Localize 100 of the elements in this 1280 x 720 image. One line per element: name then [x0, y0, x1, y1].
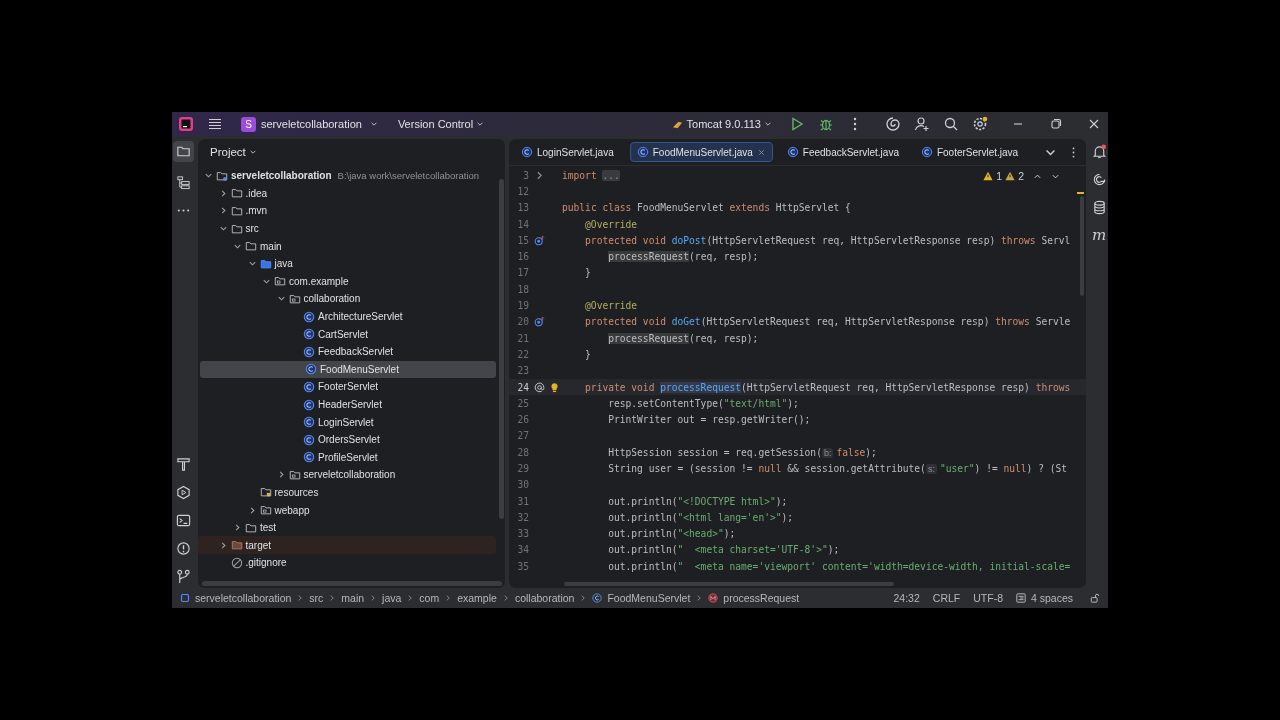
tree-label: webapp: [274, 504, 310, 516]
tree-item[interactable]: test: [198, 518, 496, 537]
indent-setting[interactable]: 4 spaces: [1030, 592, 1073, 604]
tree-label: HeaderServlet: [318, 399, 382, 410]
weak-warning-count[interactable]: 2: [1018, 170, 1024, 182]
code-line: protected void doPost(HttpServletRequest req, HttpServletResponse resp) throws Servl: [585, 234, 1071, 246]
tree-label: FeedbackServlet: [318, 346, 394, 358]
editor-tab[interactable]: LoginServlet.java: [515, 143, 620, 161]
breadcrumb[interactable]: java: [382, 592, 402, 604]
line-number: 16: [516, 251, 529, 263]
tree-label: FoodMenuServlet: [320, 363, 399, 375]
code-line: out.println("<!DOCTYPE html>");: [608, 495, 788, 507]
project-path: B:\java work\serveletcollaboration: [337, 170, 480, 182]
breadcrumb[interactable]: main: [341, 592, 365, 604]
tree-item[interactable]: target: [198, 536, 496, 555]
tree-label: OrdersServlet: [318, 434, 380, 446]
tree-item[interactable]: .idea: [198, 184, 496, 203]
line-number: 3: [522, 169, 529, 181]
tree-item[interactable]: LoginServlet: [198, 413, 496, 431]
tree-item[interactable]: com.example: [198, 272, 496, 291]
project-switcher[interactable]: S serveletcollaboration: [237, 114, 382, 134]
run-configuration[interactable]: Tomcat 9.0.113: [667, 116, 776, 132]
breadcrumb[interactable]: FoodMenuServlet: [607, 592, 691, 604]
tree-label: main: [260, 240, 282, 252]
code-line: resp.setContentType("text/html");: [608, 397, 799, 409]
tree-item[interactable]: .mvn: [198, 202, 496, 220]
tree-label: .mvn: [245, 205, 268, 217]
tree-item[interactable]: FooterServlet: [198, 378, 496, 396]
tree-item[interactable]: CartServlet: [198, 325, 496, 343]
tree-label: target: [245, 539, 272, 551]
tree-label: test: [260, 522, 277, 534]
tree-item[interactable]: OrdersServlet: [198, 430, 496, 449]
tree-item[interactable]: resources: [198, 483, 496, 502]
line-number: 21: [516, 332, 529, 344]
code-line: out.println("<head>");: [608, 528, 736, 540]
tree-item[interactable]: ProfileServlet: [198, 448, 496, 467]
line-number: 24: [516, 381, 529, 393]
breadcrumb[interactable]: processRequest: [723, 592, 800, 604]
tree-item[interactable]: serveletcollaboration: [198, 466, 496, 484]
code-line: processRequest(req, resp);: [608, 332, 759, 344]
tree-item[interactable]: FeedbackServlet: [198, 342, 496, 361]
code-line: String user = (session != null && session.getAttribute( s: "user") != null) ? (St: [608, 463, 1067, 474]
tree-label: serveletcollaboration: [303, 469, 396, 481]
line-separator[interactable]: CRLF: [932, 592, 961, 604]
editor-tab[interactable]: FoodMenuServlet.java: [629, 142, 773, 162]
version-control-menu[interactable]: Version Control: [393, 116, 489, 132]
breadcrumb[interactable]: com: [419, 592, 440, 604]
line-number: 27: [516, 430, 529, 442]
code-line: out.println(" <meta name='viewport' content='width=device-width, initial-scale=: [608, 560, 1071, 572]
line-number: 17: [516, 267, 529, 279]
tree-label: CartServlet: [318, 328, 368, 340]
code-line: import ...: [562, 169, 620, 181]
tree-label: serveletcollaboration: [231, 170, 332, 182]
code-line: }: [585, 348, 591, 360]
breadcrumb[interactable]: serveletcollaboration: [195, 592, 292, 604]
breadcrumb[interactable]: src: [309, 592, 324, 604]
tree-label: FooterServlet: [318, 381, 379, 393]
line-number: 19: [516, 300, 529, 311]
tree-label: .gitignore: [245, 557, 287, 569]
line-number: 29: [516, 463, 529, 474]
caret-position[interactable]: 24:32: [893, 592, 920, 604]
line-number: 35: [516, 560, 529, 572]
project-badge: S: [241, 116, 256, 132]
tree-label: ArchitectureServlet: [318, 311, 403, 323]
line-number: 28: [516, 446, 529, 458]
tree-label: .idea: [245, 187, 268, 199]
line-number: 15: [516, 234, 529, 246]
warning-count[interactable]: 1: [996, 170, 1003, 182]
tree-item[interactable]: collaboration: [198, 290, 496, 308]
code-line: out.println(" <meta charset='UTF-8'>");: [608, 544, 840, 556]
breadcrumb[interactable]: collaboration: [514, 592, 575, 604]
tree-item[interactable]: webapp: [198, 501, 496, 519]
tree-item[interactable]: main: [198, 237, 496, 255]
project-view-dropdown[interactable]: Project: [206, 144, 261, 160]
code-line: HttpSession session = req.getSession( b: false);: [608, 446, 877, 458]
line-number: 30: [516, 479, 529, 491]
tree-item[interactable]: java: [198, 254, 496, 273]
tree-label: com.example: [289, 275, 349, 287]
line-number: 23: [516, 365, 529, 377]
file-encoding[interactable]: UTF-8: [973, 592, 1003, 604]
breadcrumb[interactable]: example: [457, 592, 497, 604]
line-number: 26: [516, 414, 529, 426]
code-line: public class FoodMenuServlet extends HttpServlet {: [562, 202, 851, 214]
line-number: 22: [516, 348, 529, 360]
tree-item[interactable]: HeaderServlet: [198, 395, 496, 414]
tree-item[interactable]: .gitignore: [198, 554, 496, 572]
line-number: 34: [516, 544, 529, 556]
maven-tool-button[interactable]: m: [1091, 228, 1107, 242]
tree-item[interactable]: ArchitectureServlet: [198, 307, 496, 326]
tree-label: collaboration: [303, 293, 361, 305]
editor-tab[interactable]: FeedbackServlet.java: [780, 143, 905, 161]
editor-tab[interactable]: FooterServlet.java: [914, 143, 1025, 161]
code-line: out.println("<html lang='en'>");: [608, 511, 794, 523]
tree-item[interactable]: FoodMenuServlet: [200, 360, 496, 379]
tree-label: resources: [274, 487, 319, 498]
code-line: PrintWriter out = resp.getWriter();: [608, 414, 811, 426]
code-line: processRequest(req, resp);: [608, 251, 759, 263]
tree-item[interactable]: src: [198, 219, 496, 238]
tree-item[interactable]: serveletcollaboration B:\java work\serveletcollaboration: [198, 167, 496, 185]
code-line: }: [585, 267, 591, 279]
